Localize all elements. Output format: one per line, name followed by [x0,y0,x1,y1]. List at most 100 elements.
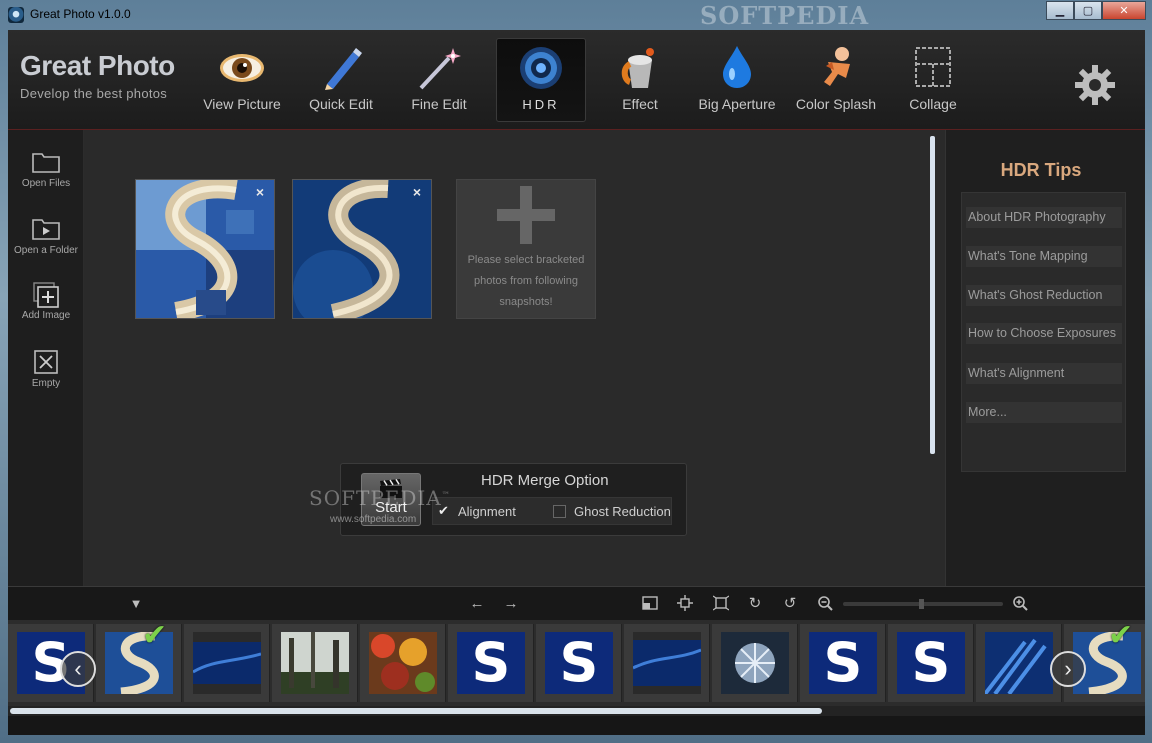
compare-icon[interactable] [641,595,659,613]
arrow-right-icon[interactable]: → [502,595,520,613]
tool-label: Fine Edit [411,96,467,112]
tool-fine-edit[interactable]: Fine Edit [394,38,484,122]
selected-photo-2[interactable]: × [292,179,432,319]
tips-panel: HDR Tips About HDR Photography What's To… [945,130,1145,586]
tip-link[interactable]: How to Choose Exposures [966,323,1122,344]
tool-label: Quick Edit [309,96,373,112]
tool-color-splash[interactable]: Color Splash [791,38,881,122]
collapse-arrow-icon[interactable]: ▼ [127,595,145,613]
clear-icon [31,350,61,374]
film-thumb[interactable] [360,624,446,702]
s-logo-image: S [457,632,525,694]
merge-options: Alignment Ghost Reduction [432,497,672,525]
watermark-url: www.softpedia.com [330,514,417,525]
tips-list: About HDR Photography What's Tone Mappin… [961,192,1126,472]
minimize-button[interactable]: ▁ [1046,1,1074,20]
tool-collage[interactable]: Collage [888,38,978,122]
tool-label: Big Aperture [698,96,776,112]
tool-label: Collage [909,96,957,112]
film-thumb[interactable]: S [536,624,622,702]
tool-view-picture[interactable]: View Picture [197,38,287,122]
remove-photo-icon[interactable]: × [256,184,264,200]
watermark: SOFTPEDIA [700,1,870,30]
left-panel: Open Files Open a Folder Add Image Empty [8,130,84,586]
watermark: SOFTPEDIA™ [309,486,451,510]
gear-icon[interactable] [1073,63,1117,107]
app-window: Great Photo Develop the best photos View… [8,30,1145,735]
fit-center-icon[interactable] [676,595,694,613]
film-thumb[interactable] [976,624,1062,702]
open-folder-button[interactable]: Open a Folder [8,217,84,256]
s-logo-image: S [809,632,877,694]
status-bar [8,716,1145,735]
tip-link[interactable]: What's Tone Mapping [966,246,1122,267]
brand-name: Great Photo [20,50,175,81]
tips-title: HDR Tips [1000,160,1082,180]
blue-dark-image [193,632,261,694]
s-logo-image: S [897,632,965,694]
arrow-left-icon[interactable]: ← [468,595,486,613]
add-image-button[interactable]: Add Image [8,282,84,321]
filmstrip-scrollbar[interactable] [8,706,1145,716]
zoom-in-icon[interactable] [1011,595,1029,613]
film-thumb[interactable]: S [448,624,534,702]
tip-link[interactable]: About HDR Photography [966,207,1122,228]
film-thumb[interactable]: S [800,624,886,702]
close-button[interactable]: ✕ [1102,1,1146,20]
tip-link[interactable]: More... [966,402,1122,423]
add-photo-hint: Please select bracketed photos from foll… [467,254,585,308]
brand: Great Photo Develop the best photos [20,50,175,101]
add-photo-placeholder[interactable]: Please select bracketed photos from foll… [456,179,596,319]
selected-check-icon: ✔ [142,620,168,652]
film-thumb[interactable] [712,624,798,702]
app-icon [8,7,24,23]
photo-image [136,180,274,318]
filmstrip-next-button[interactable]: › [1050,651,1086,687]
rotate-left-icon[interactable]: ↺ [781,595,799,613]
add-image-icon [31,282,61,308]
pencil-icon [317,44,365,90]
rotate-right-icon[interactable]: ↻ [746,595,764,613]
ghost-reduction-option[interactable]: Ghost Reduction [553,504,671,519]
magic-wand-icon [415,44,463,90]
film-thumb[interactable] [272,624,358,702]
tool-label: Color Splash [795,96,877,112]
selected-photo-1[interactable]: × [135,179,275,319]
autumn-image [369,632,437,694]
open-folder-label: Open a Folder [14,245,78,256]
tip-link[interactable]: What's Alignment [966,363,1122,384]
film-thumb[interactable]: S [888,624,974,702]
tip-link[interactable]: What's Ghost Reduction [966,285,1122,306]
zoom-slider[interactable] [843,599,1003,609]
open-files-button[interactable]: Open Files [8,150,84,189]
tool-hdr[interactable]: HDR [496,38,586,122]
blue-rays-image [985,632,1053,694]
empty-button[interactable]: Empty [8,350,84,389]
add-image-label: Add Image [21,310,71,321]
frost-image [721,632,789,694]
alignment-label: Alignment [458,504,516,519]
water-drop-icon [713,44,761,90]
folder-play-icon [31,217,61,241]
tool-effect[interactable]: Effect [595,38,685,122]
vertical-scrollbar[interactable] [930,136,935,454]
ghost-reduction-checkbox[interactable] [553,505,566,518]
film-thumb[interactable] [624,624,710,702]
title-bar: Great Photo v1.0.0 SOFTPEDIA ▁ ▢ ✕ [0,0,1152,30]
lens-icon [517,45,565,91]
tool-big-aperture[interactable]: Big Aperture [692,38,782,122]
zoom-out-icon[interactable] [816,595,834,613]
scrollbar-thumb[interactable] [10,708,822,714]
film-thumb[interactable] [184,624,270,702]
zoom-slider-knob[interactable] [919,599,924,609]
filmstrip-prev-button[interactable]: ‹ [60,651,96,687]
ghost-reduction-label: Ghost Reduction [574,504,671,519]
tool-quick-edit[interactable]: Quick Edit [296,38,386,122]
collage-icon [909,44,957,90]
empty-label: Empty [31,378,61,389]
maximize-button[interactable]: ▢ [1074,1,1102,20]
actual-size-icon[interactable] [712,595,730,613]
film-thumb[interactable]: ✔ [96,620,182,702]
remove-photo-icon[interactable]: × [413,184,421,200]
window-controls: ▁ ▢ ✕ [1046,1,1146,20]
